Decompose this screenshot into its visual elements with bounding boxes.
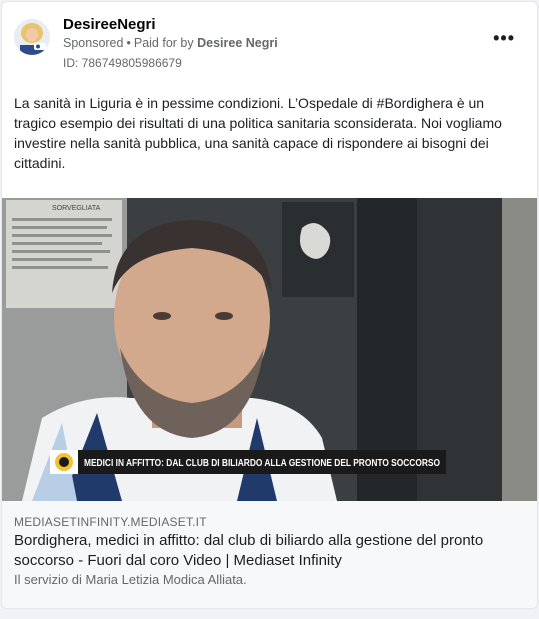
sponsored-label[interactable]: Sponsored [63, 36, 123, 50]
paid-for-prefix: Paid for by [133, 36, 194, 50]
author-name[interactable]: DesireeNegri [63, 16, 156, 33]
video-banner-text: MEDICI IN AFFITTO: DAL CLUB DI BILIARDO … [84, 458, 440, 469]
ad-post-card: DesireeNegri Sponsored • Paid for by Desir… [1, 1, 538, 609]
paid-for-name: Desiree Negri [197, 36, 278, 50]
link-description: Il servizio di Maria Letizia Modica Alli… [14, 572, 247, 587]
link-domain: MEDIASETINFINITY.MEDIASET.IT [14, 515, 207, 529]
separator: • [126, 36, 131, 50]
sponsored-line: Sponsored • Paid for by Desiree Negri [63, 36, 278, 50]
wall-sign-text: SORVEGLIATA [52, 205, 101, 212]
link-preview[interactable]: MEDIASETINFINITY.MEDIASET.IT Bordighera,… [2, 501, 537, 608]
ad-id: ID: 786749805986679 [63, 56, 182, 70]
link-title[interactable]: Bordighera, medici in affitto: dal club … [14, 531, 519, 571]
post-paragraph: La sanità in Liguria è in pessime condiz… [14, 95, 502, 171]
avatar[interactable] [14, 19, 50, 55]
wall-sign [6, 200, 122, 308]
post-video-thumbnail[interactable]: SORVEGLIATA MEDICI IN AFFITTO: DAL CLUB … [2, 198, 537, 501]
more-options-icon[interactable]: ••• [493, 29, 515, 47]
